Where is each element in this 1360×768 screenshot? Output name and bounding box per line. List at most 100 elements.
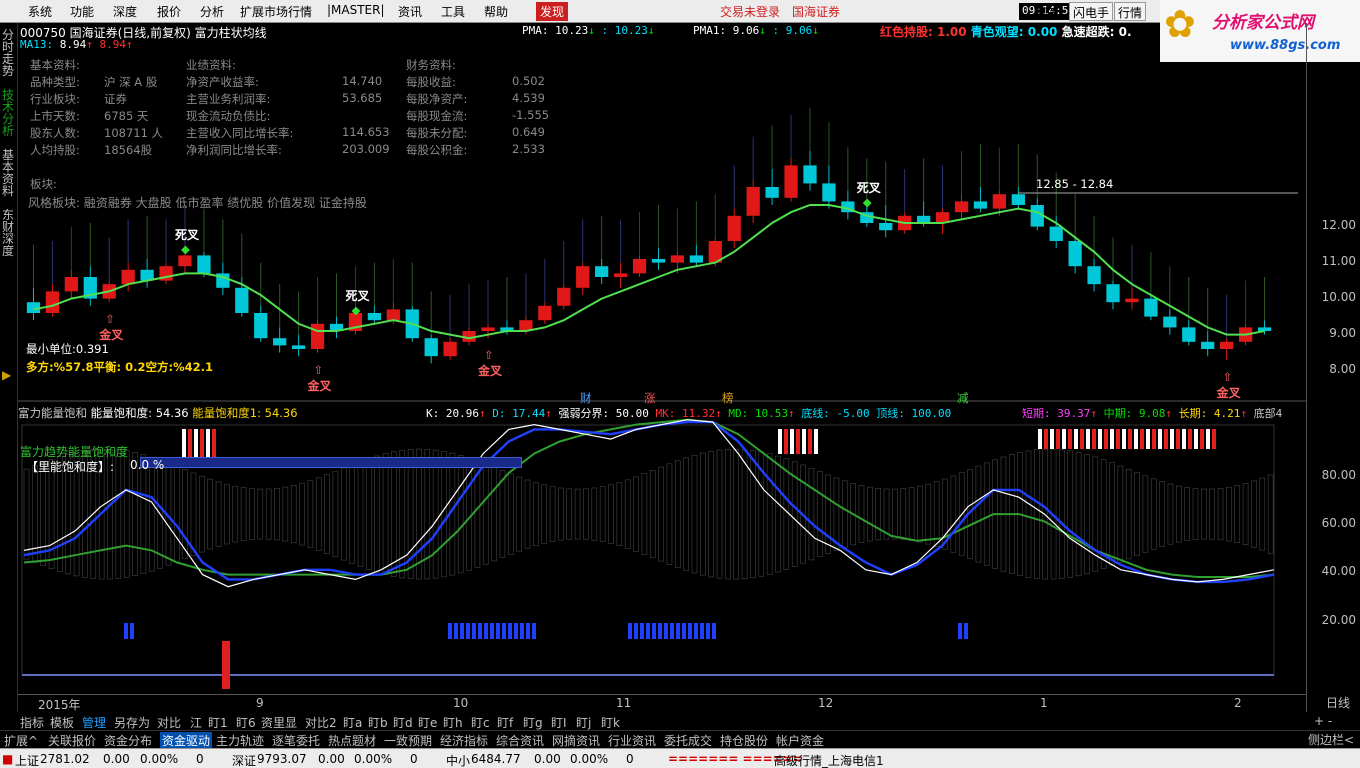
toolbar-item[interactable]: 盯I <box>551 714 567 731</box>
bottom-tab[interactable]: 经济指标 <box>440 732 488 749</box>
death-cross-label: 死叉 <box>345 289 370 304</box>
toolbar-item[interactable]: 盯1 <box>208 714 228 731</box>
menu-master[interactable]: |MASTER| <box>327 3 385 17</box>
icon-finance[interactable]: 财 <box>580 390 592 406</box>
volume-ghost-bar <box>1134 472 1140 556</box>
sz-value: 9793.07 <box>257 752 307 766</box>
volume-ghost-bar <box>1242 483 1249 546</box>
toolbar-item[interactable]: 对比 <box>157 714 181 731</box>
menu-extended-market[interactable]: 扩展市场行情 <box>240 3 312 20</box>
toolbar-item[interactable]: 盯e <box>418 714 437 731</box>
bottom-tab[interactable]: 资金驱动 <box>160 732 213 749</box>
price-tick: 12.00 <box>1321 218 1356 232</box>
menu-news[interactable]: 资讯 <box>398 3 422 20</box>
find-button[interactable]: 发现 <box>536 2 569 21</box>
signal-block <box>1182 429 1186 449</box>
bottom-tab[interactable]: 综合资讯 <box>496 732 544 749</box>
toolbar-item[interactable]: 模板 <box>50 714 74 731</box>
bottom-tab[interactable]: 扩展^ <box>4 732 38 749</box>
collapse-arrow-icon[interactable]: ▶ <box>2 368 11 382</box>
toolbar-item[interactable]: 江 <box>190 714 202 731</box>
toolbar-item[interactable]: 盯h <box>443 714 463 731</box>
bottom-tab[interactable]: 网摘资讯 <box>552 732 600 749</box>
volume-ghost-bar <box>1059 449 1065 579</box>
quote-button[interactable]: 行情 <box>1114 2 1147 21</box>
toolbar-item[interactable]: 盯6 <box>236 714 256 731</box>
toolbar-item[interactable]: 另存为 <box>114 714 150 731</box>
trade-login-link[interactable]: 交易未登录 <box>720 3 780 20</box>
volume-ghost-bar <box>1267 474 1274 554</box>
low-signal-block <box>532 623 536 639</box>
tab-technical-analysis[interactable]: 技术分析 <box>2 89 16 137</box>
candle-body <box>1011 194 1025 205</box>
long-short-ratio: 多方:%57.8平衡: 0.2空方:%42.1 <box>26 360 213 374</box>
volume-ghost-bar <box>833 477 840 551</box>
candle-body <box>386 309 400 321</box>
bottom-tab[interactable]: 资金分布 <box>104 732 152 749</box>
volume-ghost-bar <box>174 465 180 563</box>
signal-block <box>814 429 818 454</box>
menu-tools[interactable]: 工具 <box>441 3 465 20</box>
bottom-tab[interactable]: 一致预期 <box>384 732 432 749</box>
toolbar-item[interactable]: 盯k <box>601 714 620 731</box>
toolbar-item[interactable]: 盯j <box>576 714 591 731</box>
signal-block <box>206 429 210 459</box>
saturation-meter-bar <box>140 457 522 468</box>
volume-ghost-bar <box>1084 454 1090 575</box>
tab-fundamentals[interactable]: 基本资料 <box>2 149 16 197</box>
toolbar-item[interactable]: 管理 <box>82 714 106 731</box>
toolbar-item[interactable]: 盯a <box>343 714 362 731</box>
date-label: 9 <box>256 696 264 710</box>
toolbar-item[interactable]: 资里显 <box>261 714 297 731</box>
indicator-header: 富力能量饱和 能量饱和度: 54.36 能量饱和度1: 54.36 <box>18 405 298 421</box>
lightning-hand-button[interactable]: 闪电手 <box>1069 2 1114 21</box>
menu-analysis[interactable]: 分析 <box>200 3 224 20</box>
bottom-tab[interactable]: 热点题材 <box>328 732 376 749</box>
toolbar-item[interactable]: 指标 <box>20 714 44 731</box>
toolbar-item[interactable]: 盯g <box>523 714 543 731</box>
menu-depth[interactable]: 深度 <box>113 3 137 20</box>
toolbar-item[interactable]: 盯c <box>471 714 490 731</box>
buy-arrow-icon: ⇧ <box>313 362 324 377</box>
ma13-value: 8.94 <box>59 38 87 51</box>
indicator-tick: 20.00 <box>1321 613 1356 627</box>
ma13-value-2: 8.94 <box>99 38 127 51</box>
bottom-tab[interactable]: 持仓股份 <box>720 732 768 749</box>
candle-body <box>916 215 931 223</box>
icon-ranking[interactable]: 榜 <box>722 390 734 406</box>
volume-ghost-bar <box>691 454 698 574</box>
icon-rise[interactable]: 涨 <box>644 390 656 406</box>
icon-reduce[interactable]: 减 <box>957 390 969 406</box>
period-label[interactable]: 日线 <box>1326 694 1350 711</box>
bottom-tab[interactable]: 关联报价 <box>48 732 96 749</box>
bottom-tab[interactable]: 委托成交 <box>664 732 712 749</box>
toolbar-item[interactable]: 对比2 <box>305 714 337 731</box>
buy-arrow-icon: ⇧ <box>105 312 115 327</box>
pma1-value-2: 9.06 <box>785 24 813 37</box>
menu-help[interactable]: 帮助 <box>484 3 508 20</box>
toolbar-item[interactable]: 盯b <box>368 714 388 731</box>
volume-ghost-bar <box>733 448 740 580</box>
menu-function[interactable]: 功能 <box>70 3 94 20</box>
fund-key: 品种类型: <box>30 75 80 89</box>
sidebar-toggle[interactable]: 侧边栏< <box>1308 731 1354 748</box>
bottom-tab[interactable]: 逐笔委托 <box>272 732 320 749</box>
fund-key: 财务资料: <box>406 58 456 72</box>
data-feed[interactable]: 高级行情_上海电信1 <box>774 752 884 768</box>
zoom-controls[interactable]: + - <box>1314 714 1332 728</box>
candle-body <box>879 223 893 231</box>
broker-link[interactable]: 国海证券 <box>792 3 840 20</box>
bottom-tab[interactable]: 行业资讯 <box>608 732 656 749</box>
bottom-tab[interactable]: 主力轨迹 <box>216 732 264 749</box>
tab-eastmoney-depth[interactable]: 东财深度 <box>2 209 16 257</box>
toolbar-item[interactable]: 盯d <box>393 714 413 731</box>
volume-ghost-bar <box>624 479 631 549</box>
signal-block <box>1188 429 1192 449</box>
menu-system[interactable]: 系统 <box>28 3 52 20</box>
candle-body <box>1144 298 1158 317</box>
toolbar-item[interactable]: 盯f <box>497 714 513 731</box>
menu-quote[interactable]: 报价 <box>157 3 181 20</box>
bottom-tab[interactable]: 帐户资金 <box>776 732 824 749</box>
low-signal-block <box>490 623 494 639</box>
tab-intraday[interactable]: 分时走势 <box>2 29 16 77</box>
